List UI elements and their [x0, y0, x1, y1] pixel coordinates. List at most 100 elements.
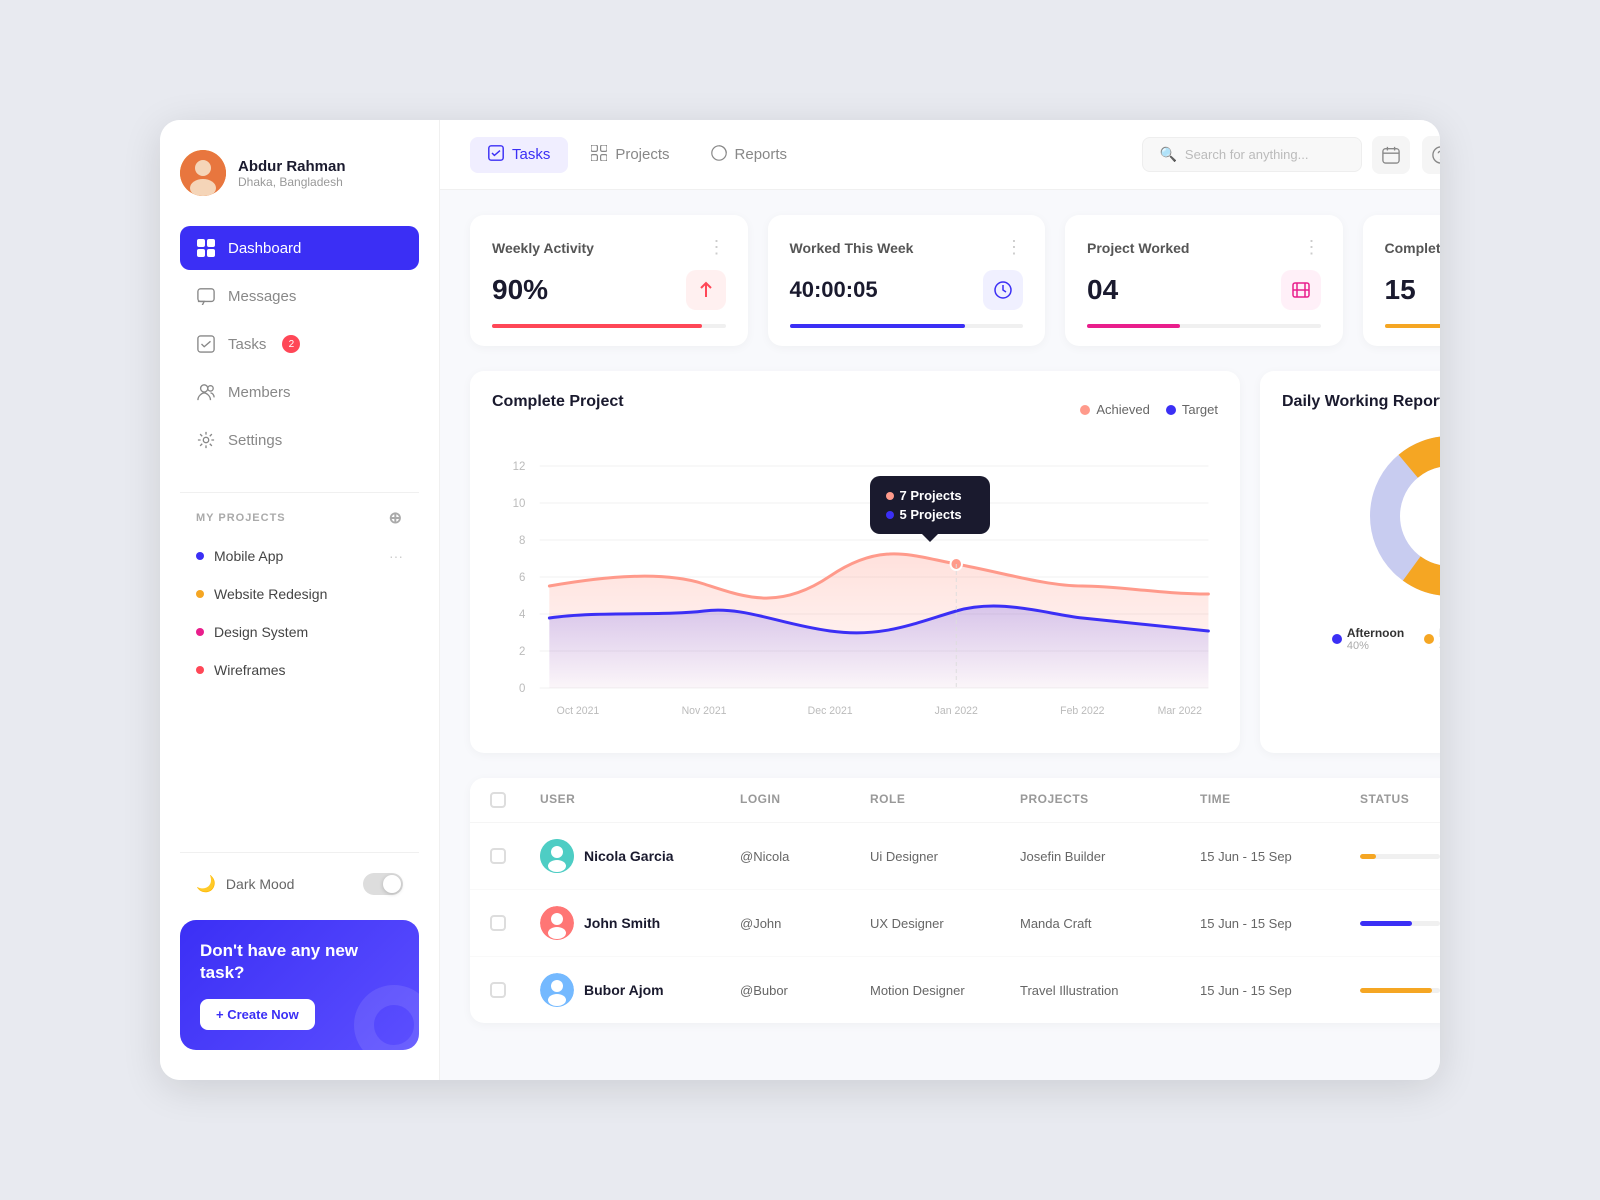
stat-value-1: 90% — [492, 274, 548, 306]
calendar-button[interactable] — [1372, 136, 1410, 174]
row-1-role: Ui Designer — [870, 849, 1020, 864]
stat-value-4: 15 — [1385, 274, 1416, 306]
stat-card-weekly-activity: Weekly Activity ⋮ 90% — [470, 215, 748, 346]
sidebar-item-settings[interactable]: Settings — [180, 418, 419, 462]
table-header: USER LOGIN ROLE PROJECTS TIME STATUS ACT… — [470, 778, 1440, 823]
search-bar[interactable]: 🔍 Search for anything... — [1142, 137, 1362, 172]
legend-evening: Evening 32% — [1424, 626, 1440, 652]
tab-reports[interactable]: Reports — [693, 137, 806, 173]
project-list: Mobile App ··· Website Redesign Design S… — [180, 538, 419, 688]
legend-evening-pct: 32% — [1439, 640, 1440, 652]
tab-reports-label: Reports — [735, 146, 788, 163]
svg-text:4: 4 — [519, 608, 526, 621]
svg-text:12: 12 — [513, 460, 526, 473]
divider-2 — [180, 852, 419, 853]
select-all-checkbox[interactable] — [490, 792, 506, 808]
legend-target: Target — [1166, 402, 1218, 417]
tab-projects[interactable]: Projects — [573, 137, 687, 173]
tasks-label: Tasks — [228, 336, 266, 353]
user-location: Dhaka, Bangladesh — [238, 175, 346, 189]
stat-title-4: Complete Project — [1385, 240, 1441, 256]
table-row: Bubor Ajom @Bubor Motion Designer Travel… — [470, 957, 1440, 1023]
help-button[interactable] — [1422, 136, 1440, 174]
sidebar-item-messages[interactable]: Messages — [180, 274, 419, 318]
promo-title: Don't have any new task? — [200, 940, 399, 984]
divider-1 — [180, 492, 419, 493]
project-dot-4 — [196, 666, 204, 674]
dark-mode-label: Dark Mood — [226, 876, 294, 892]
row-3-check[interactable] — [490, 982, 540, 998]
chart-title-line: Complete Project — [492, 393, 624, 411]
row-2-check[interactable] — [490, 915, 540, 931]
search-placeholder: Search for anything... — [1185, 147, 1309, 162]
row-2-project: Manda Craft — [1020, 916, 1200, 931]
row-2-role: UX Designer — [870, 916, 1020, 931]
project-more-1[interactable]: ··· — [389, 548, 403, 564]
avatar — [180, 150, 226, 196]
row-2-login: @John — [740, 916, 870, 931]
main-content: Tasks Projects — [440, 120, 1440, 1080]
stats-row: Weekly Activity ⋮ 90% — [470, 215, 1440, 346]
line-chart-wrapper: 12 10 8 6 4 2 0 Oct 2021 Nov 2021 Dec 20… — [492, 446, 1218, 731]
sidebar: Abdur Rahman Dhaka, Bangladesh Dashboard — [160, 120, 440, 1080]
svg-text:Oct 2021: Oct 2021 — [557, 705, 600, 717]
svg-text:Mar 2022: Mar 2022 — [1158, 705, 1202, 717]
svg-text:0: 0 — [519, 682, 526, 695]
stat-icon-2 — [983, 270, 1023, 310]
tab-tasks[interactable]: Tasks — [470, 137, 568, 173]
legend-evening-label: Evening — [1439, 626, 1440, 640]
project-item-wireframes[interactable]: Wireframes — [180, 652, 419, 688]
sidebar-item-dashboard[interactable]: Dashboard — [180, 226, 419, 270]
project-dot-3 — [196, 628, 204, 636]
members-label: Members — [228, 384, 291, 401]
content-area: Weekly Activity ⋮ 90% — [440, 190, 1440, 1080]
legend-afternoon: Afternoon 40% — [1332, 626, 1404, 652]
row-1-user: Nicola Garcia — [540, 839, 740, 873]
tasks-tab-icon — [488, 145, 504, 165]
legend-achieved: Achieved — [1080, 402, 1149, 417]
row-2-status: 65% — [1360, 916, 1440, 930]
messages-label: Messages — [228, 288, 296, 305]
project-item-website[interactable]: Website Redesign — [180, 576, 419, 612]
dark-mode-toggle[interactable] — [363, 873, 403, 895]
row-2-time: 15 Jun - 15 Sep — [1200, 916, 1360, 931]
svg-text:10: 10 — [513, 497, 526, 510]
stat-title-1: Weekly Activity — [492, 240, 594, 256]
legend-achieved-label: Achieved — [1096, 402, 1149, 417]
stat-menu-2[interactable]: ⋮ — [1005, 237, 1023, 258]
svg-text:Feb 2022: Feb 2022 — [1060, 705, 1104, 717]
sidebar-item-members[interactable]: Members — [180, 370, 419, 414]
row-1-check[interactable] — [490, 848, 540, 864]
promo-card: Don't have any new task? + Create Now — [180, 920, 419, 1050]
daily-report-chart: Daily Working Report — [1260, 371, 1440, 753]
stat-menu-1[interactable]: ⋮ — [708, 237, 726, 258]
sidebar-item-tasks[interactable]: Tasks 2 — [180, 322, 419, 366]
add-project-button[interactable]: ⊕ — [389, 508, 403, 528]
topbar: Tasks Projects — [440, 120, 1440, 190]
donut-legend: Afternoon 40% Evening 32% — [1282, 626, 1440, 652]
members-icon — [196, 382, 216, 402]
project-item-design[interactable]: Design System — [180, 614, 419, 650]
stat-title-2: Worked This Week — [790, 240, 914, 256]
topbar-actions: + Add Task — [1372, 136, 1440, 174]
tasks-icon — [196, 334, 216, 354]
row-3-user: Bubor Ajom — [540, 973, 740, 1007]
stat-menu-3[interactable]: ⋮ — [1303, 237, 1321, 258]
nav-menu: Dashboard Messages Tasks — [180, 226, 419, 462]
svg-text:8: 8 — [519, 534, 526, 547]
th-projects: PROJECTS — [1020, 792, 1200, 808]
dashboard-label: Dashboard — [228, 240, 301, 257]
reports-tab-icon — [711, 145, 727, 165]
row-1-name: Nicola Garcia — [584, 848, 674, 864]
promo-decoration — [354, 985, 419, 1050]
chart-title-donut: Daily Working Report — [1282, 393, 1440, 411]
svg-text:6: 6 — [519, 571, 525, 584]
dashboard-icon — [196, 238, 216, 258]
th-login: LOGIN — [740, 792, 870, 808]
row-3-name: Bubor Ajom — [584, 982, 664, 998]
settings-label: Settings — [228, 432, 282, 449]
search-icon: 🔍 — [1159, 146, 1176, 163]
projects-section-label: MY PROJECTS ⊕ — [180, 508, 419, 528]
create-now-button[interactable]: + Create Now — [200, 999, 315, 1030]
project-item-mobile-app[interactable]: Mobile App ··· — [180, 538, 419, 574]
